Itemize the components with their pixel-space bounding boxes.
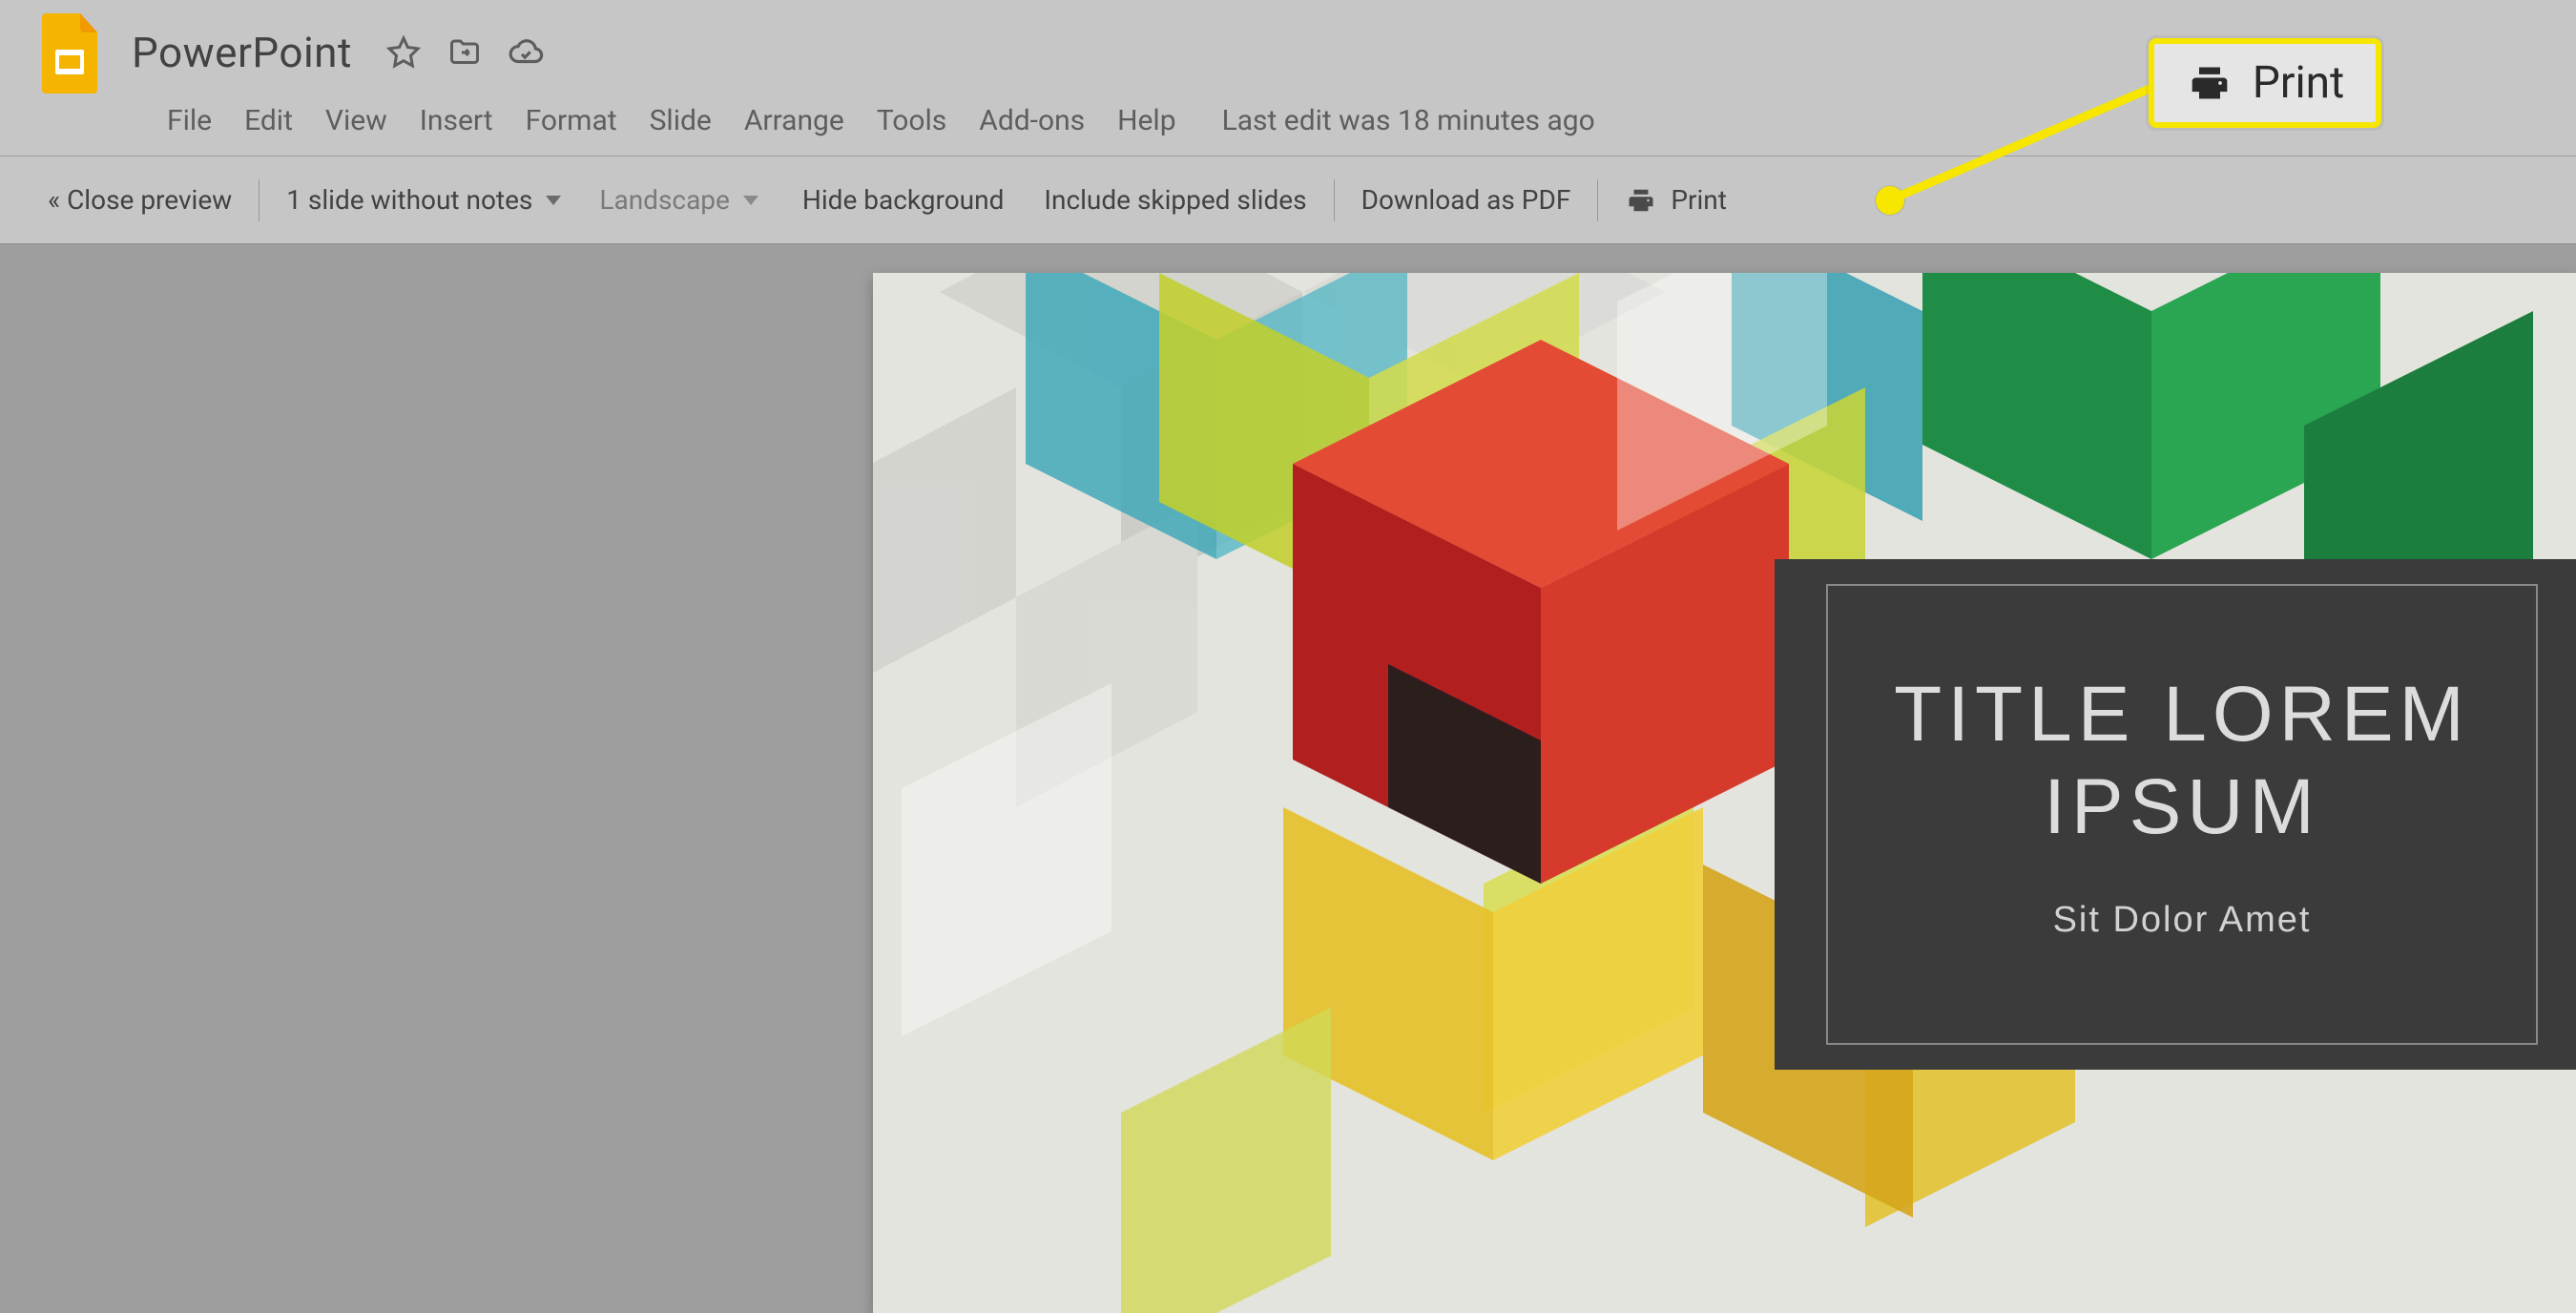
slide-preview: TITLE LOREM IPSUM Sit Dolor Amet xyxy=(873,273,2576,1313)
last-edit-text[interactable]: Last edit was 18 minutes ago xyxy=(1222,104,1595,137)
menu-tools[interactable]: Tools xyxy=(877,104,946,137)
annotation-highlight-dot xyxy=(1876,186,1904,215)
slide-subtitle-text: Sit Dolor Amet xyxy=(2053,900,2312,941)
annotation-callout-print: Print xyxy=(2149,38,2381,128)
document-title[interactable]: PowerPoint xyxy=(132,28,352,77)
toolbar-separator xyxy=(259,179,260,221)
slide-title-inner: TITLE LOREM IPSUM Sit Dolor Amet xyxy=(1826,584,2538,1045)
print-preview-toolbar: « Close preview 1 slide without notes La… xyxy=(0,156,2576,244)
move-to-folder-icon[interactable] xyxy=(447,34,483,71)
hide-background-button[interactable]: Hide background xyxy=(802,184,1005,216)
chevron-down-icon xyxy=(546,196,561,205)
menu-help[interactable]: Help xyxy=(1117,104,1175,137)
slide-title-text: TITLE LOREM IPSUM xyxy=(1866,669,2498,854)
print-button[interactable]: Print xyxy=(1625,184,1727,216)
menu-file[interactable]: File xyxy=(167,104,212,137)
slide-layout-label: 1 slide without notes xyxy=(286,184,532,216)
close-preview-button[interactable]: « Close preview xyxy=(48,184,232,216)
slide-layout-dropdown[interactable]: 1 slide without notes xyxy=(286,184,561,216)
toolbar-separator xyxy=(1334,179,1335,221)
menu-slide[interactable]: Slide xyxy=(650,104,712,137)
annotation-callout-label: Print xyxy=(2253,57,2344,109)
print-icon xyxy=(2186,62,2233,104)
cloud-saved-icon[interactable] xyxy=(508,34,544,71)
print-icon xyxy=(1625,186,1657,215)
menu-format[interactable]: Format xyxy=(526,104,617,137)
menu-arrange[interactable]: Arrange xyxy=(744,104,844,137)
menu-addons[interactable]: Add-ons xyxy=(979,104,1085,137)
preview-canvas[interactable]: TITLE LOREM IPSUM Sit Dolor Amet xyxy=(0,244,2576,1313)
app-logo-slides-icon xyxy=(38,10,105,95)
menu-edit[interactable]: Edit xyxy=(244,104,293,137)
include-skipped-button[interactable]: Include skipped slides xyxy=(1044,184,1306,216)
star-icon[interactable] xyxy=(385,34,422,71)
orientation-label: Landscape xyxy=(599,184,729,216)
slide-title-box: TITLE LOREM IPSUM Sit Dolor Amet xyxy=(1775,559,2576,1070)
download-pdf-button[interactable]: Download as PDF xyxy=(1361,184,1571,216)
orientation-dropdown[interactable]: Landscape xyxy=(599,184,758,216)
chevron-down-icon xyxy=(743,196,758,205)
toolbar-separator xyxy=(1597,179,1598,221)
print-button-label: Print xyxy=(1671,184,1727,216)
menu-view[interactable]: View xyxy=(325,104,387,137)
menu-insert[interactable]: Insert xyxy=(420,104,493,137)
